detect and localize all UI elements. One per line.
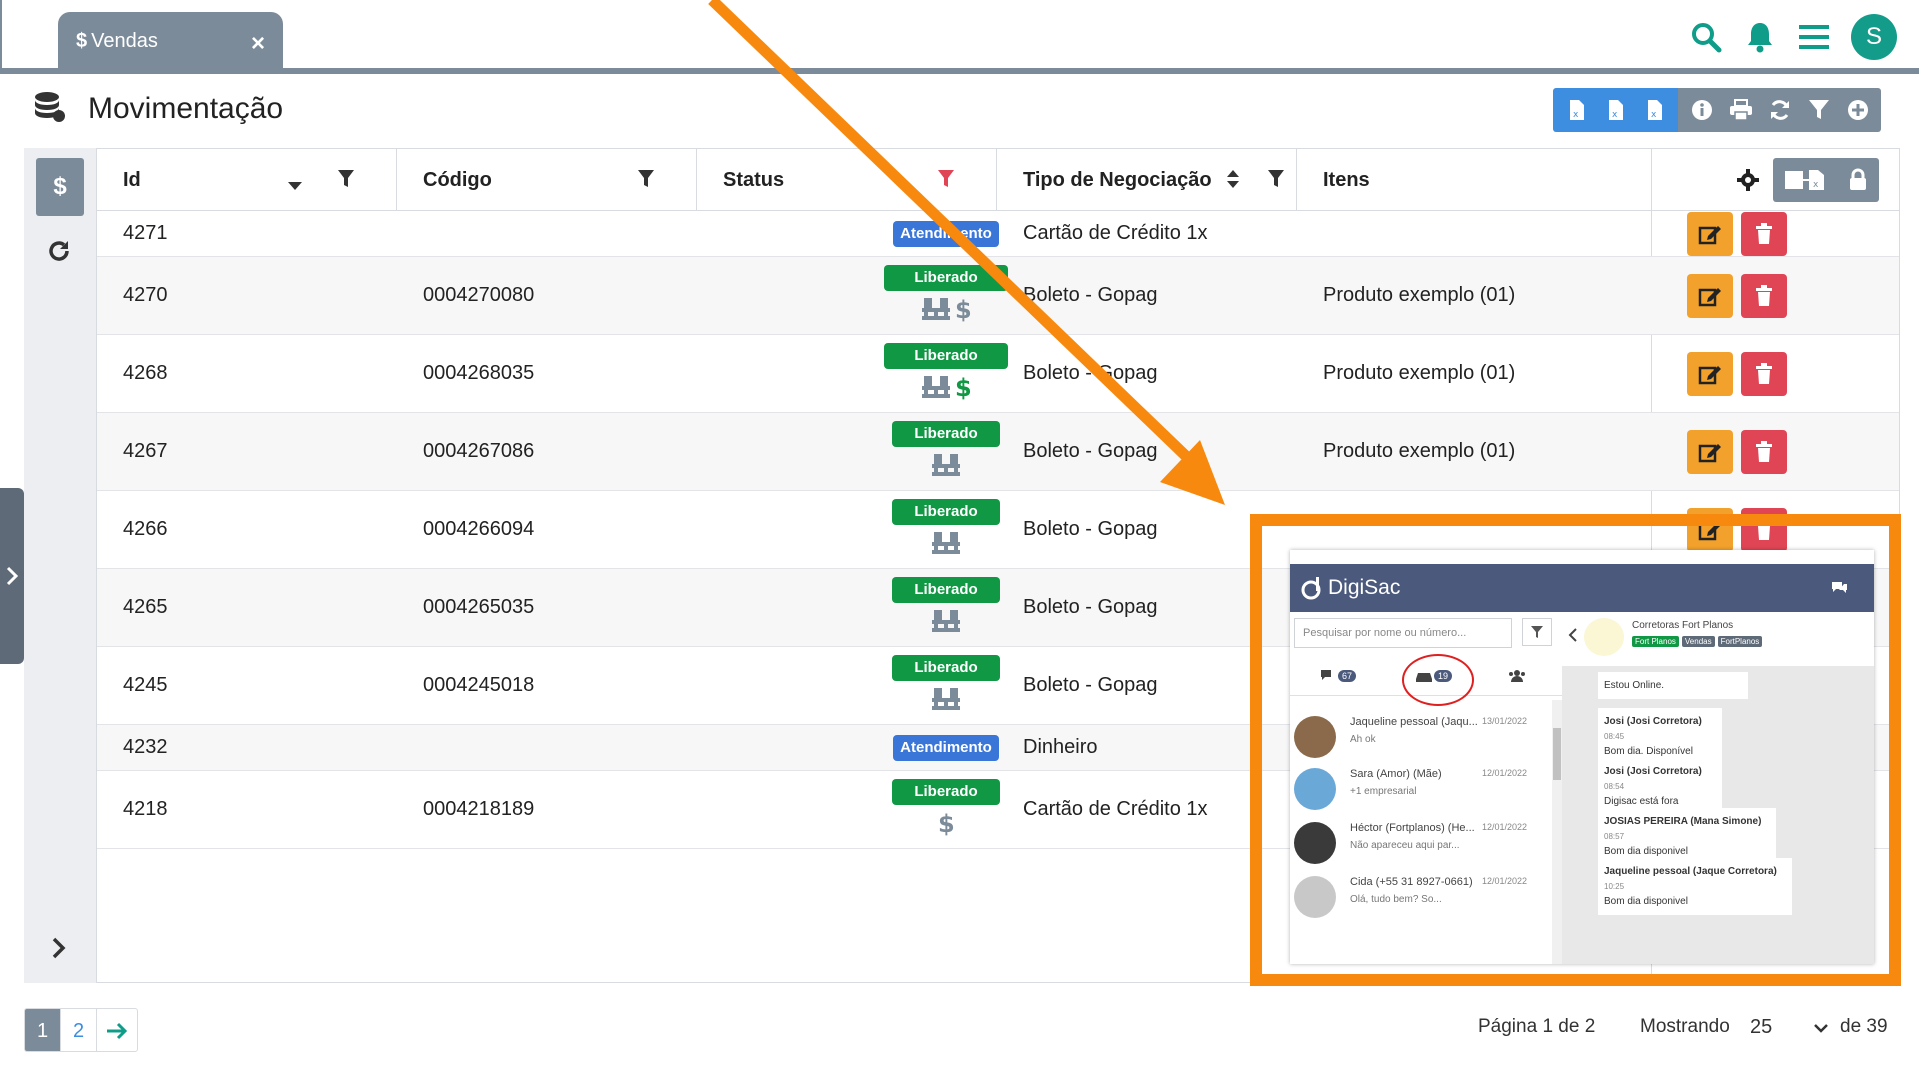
chat-date: 13/01/2022: [1482, 716, 1528, 726]
chat-list-item[interactable]: Cida (+55 31 8927-0661) 12/01/2022 Olá, …: [1290, 868, 1552, 934]
tag: Vendas: [1681, 636, 1715, 647]
message-bubble: Josi (Josi Corretora) 08:54 Digisac está …: [1598, 758, 1722, 815]
highlight-box: DigiSac Pesquisar por nome ou número... …: [1250, 514, 1901, 986]
message-text: Bom dia disponivel: [1604, 896, 1688, 907]
filter-icon[interactable]: [1522, 618, 1552, 646]
contact-avatar: [1294, 822, 1336, 864]
chat-icon[interactable]: [1830, 580, 1848, 596]
chat-preview: Ah ok: [1350, 734, 1376, 745]
message-text: Bom dia disponivel: [1604, 846, 1688, 857]
contact-avatar: [1294, 876, 1336, 918]
message-bubble: Jaqueline pessoal (Jaque Corretora) 10:2…: [1598, 858, 1792, 915]
digisac-brand: DigiSac: [1328, 576, 1401, 599]
digisac-chat-list: Jaqueline pessoal (Jaqu... 13/01/2022 Ah…: [1290, 700, 1562, 964]
digisac-header: DigiSac: [1290, 564, 1874, 612]
message-author: JOSIAS PEREIRA (Mana Simone): [1604, 816, 1762, 827]
message-time: 08:54: [1604, 782, 1625, 791]
message-time: 10:25: [1604, 882, 1625, 891]
digisac-logo-icon: [1301, 577, 1321, 600]
message-time: 08:57: [1604, 832, 1625, 841]
chat-date: 12/01/2022: [1482, 876, 1528, 886]
contact-avatar: [1584, 618, 1624, 656]
message-author: Jaqueline pessoal (Jaque Corretora): [1604, 866, 1777, 877]
annotation-circle: [1402, 654, 1474, 706]
count-badge: 67: [1338, 670, 1357, 682]
chat-date: 12/01/2022: [1482, 768, 1528, 778]
message-text: Estou Online.: [1604, 680, 1665, 691]
tab-contacts[interactable]: [1508, 666, 1526, 686]
tag: Fort Planos: [1632, 636, 1679, 647]
message-text: Bom dia. Disponível: [1604, 746, 1693, 757]
digisac-search-input[interactable]: Pesquisar por nome ou número...: [1294, 618, 1512, 648]
tab-chats[interactable]: 67: [1320, 666, 1357, 686]
chat-preview: +1 empresarial: [1350, 786, 1417, 797]
chat-preview: Não apareceu aqui par...: [1350, 840, 1460, 851]
scrollbar[interactable]: [1552, 700, 1562, 964]
contact-avatar: [1294, 716, 1336, 758]
comments-icon: [1321, 670, 1331, 680]
chat-name: Cida (+55 31 8927-0661): [1350, 876, 1473, 888]
message-author: Josi (Josi Corretora): [1604, 716, 1702, 727]
message-author: Josi (Josi Corretora): [1604, 766, 1702, 777]
chat-name: Héctor (Fortplanos) (He...: [1350, 822, 1475, 834]
digisac-conversation: Corretoras Fort Planos Fort Planos Venda…: [1562, 614, 1874, 964]
tag: FortPlanos: [1717, 636, 1763, 647]
message-area: Estou Online. Josi (Josi Corretora) 08:45…: [1562, 666, 1874, 964]
users-icon: [1509, 670, 1525, 682]
contact-tags: Fort Planos Vendas FortPlanos: [1632, 636, 1763, 647]
contact-avatar: [1294, 768, 1336, 810]
message-text: Digisac está fora: [1604, 796, 1679, 807]
message-bubble: Estou Online.: [1598, 672, 1748, 699]
message-time: 08:45: [1604, 732, 1625, 741]
digisac-screenshot: DigiSac Pesquisar por nome ou número... …: [1290, 550, 1874, 964]
chat-preview: Olá, tudo bem? So...: [1350, 894, 1442, 905]
chat-name: Sara (Amor) (Mãe): [1350, 768, 1442, 780]
message-bubble: Josi (Josi Corretora) 08:45 Bom dia. Disp…: [1598, 708, 1722, 765]
chevron-left-icon[interactable]: [1568, 628, 1578, 642]
contact-name: Corretoras Fort Planos: [1632, 620, 1734, 631]
conversation-header: Corretoras Fort Planos Fort Planos Venda…: [1562, 614, 1874, 664]
chat-name: Jaqueline pessoal (Jaqu...: [1350, 716, 1478, 728]
chat-date: 12/01/2022: [1482, 822, 1528, 832]
message-bubble: JOSIAS PEREIRA (Mana Simone) 08:57 Bom di…: [1598, 808, 1776, 865]
